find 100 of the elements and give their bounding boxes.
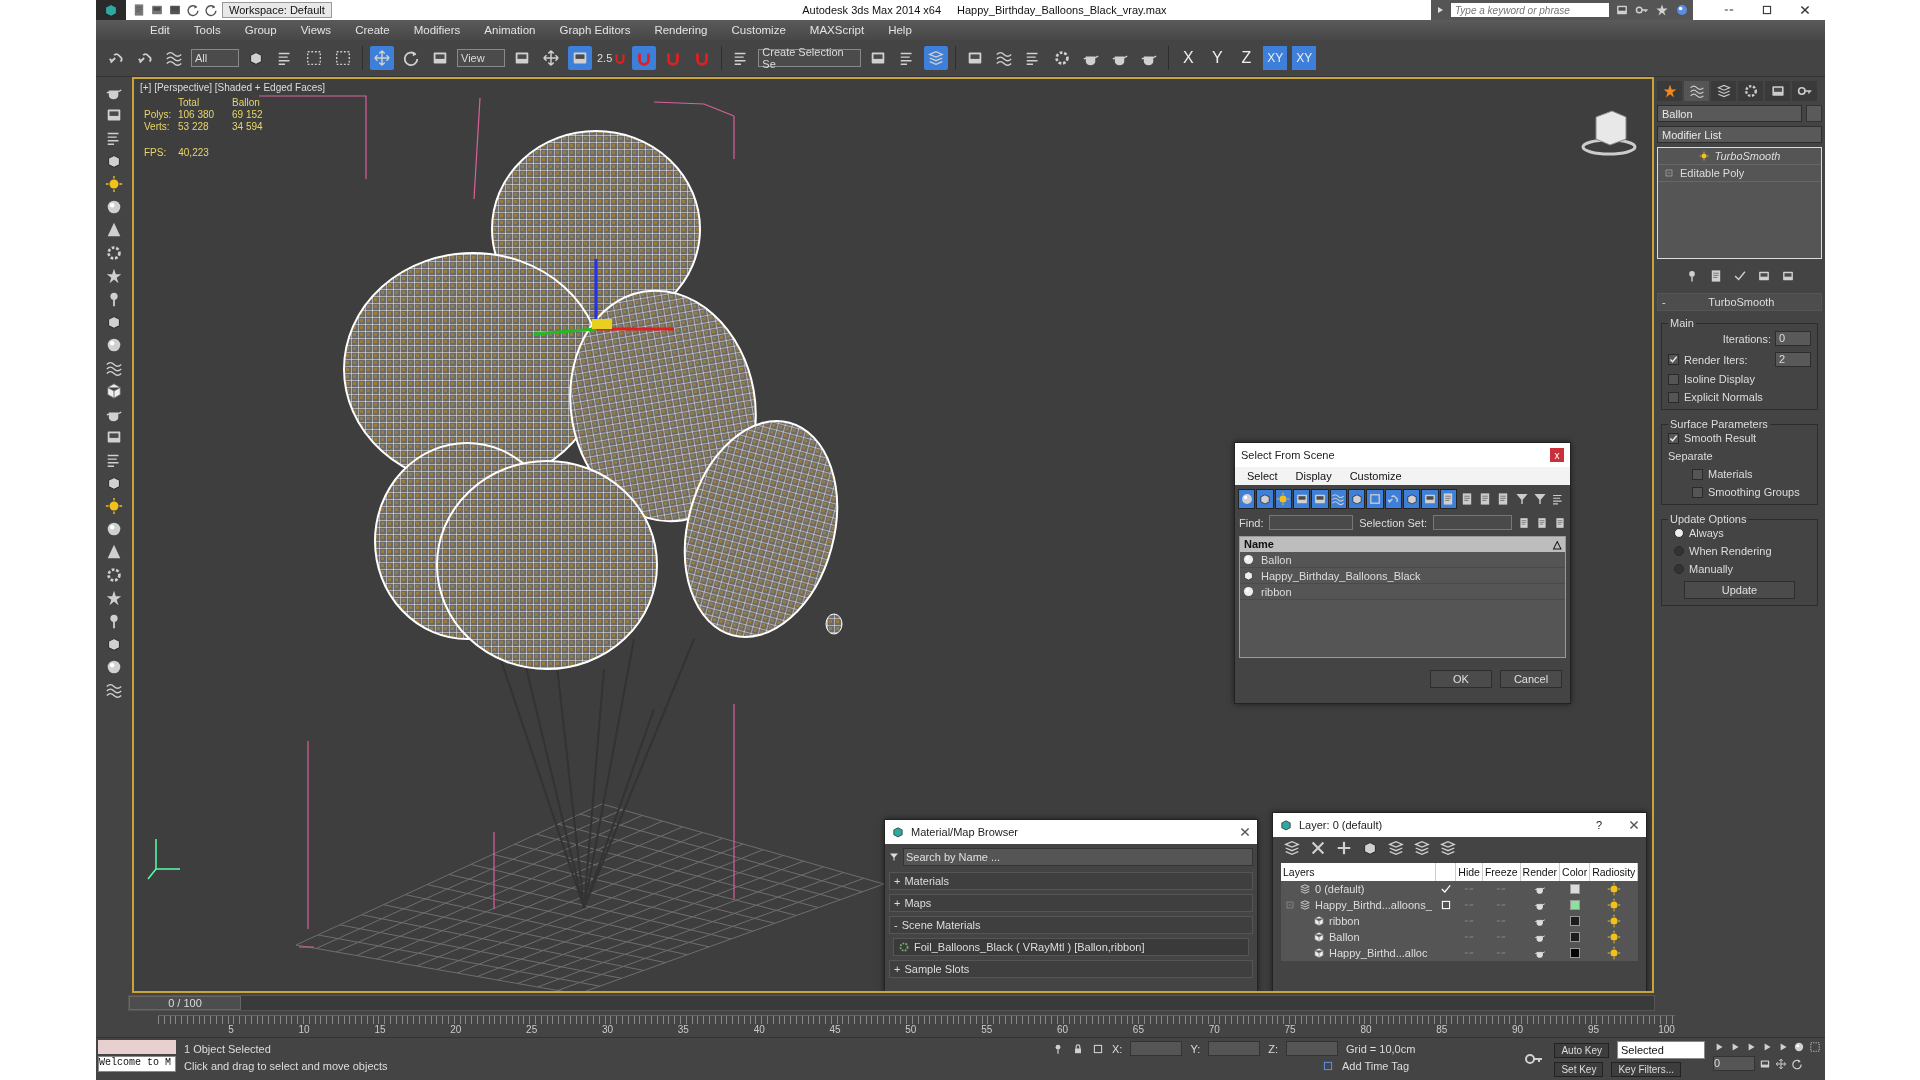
menu-item[interactable]: Graph Editors <box>547 24 643 36</box>
light-icon[interactable] <box>1606 946 1621 960</box>
delete-icon[interactable] <box>1309 839 1327 857</box>
category-header[interactable]: + Materials <box>889 872 1253 890</box>
highlight-icon[interactable] <box>1387 839 1405 857</box>
column-header[interactable]: Color <box>1559 863 1590 881</box>
checkbox[interactable] <box>1668 432 1679 444</box>
sphere-icon[interactable] <box>105 198 123 216</box>
checkbox[interactable] <box>1692 468 1703 480</box>
box-icon[interactable] <box>105 474 123 492</box>
menu-item[interactable]: Display <box>1295 470 1332 482</box>
menu-item[interactable]: Group <box>232 24 289 36</box>
filter-box-icon[interactable] <box>1404 492 1419 506</box>
menu-item[interactable]: Customize <box>1349 470 1402 482</box>
display-icon[interactable] <box>1769 83 1786 99</box>
current-frame-field[interactable]: 0 <box>1713 1056 1755 1071</box>
app-logo-icon[interactable] <box>891 825 905 839</box>
filter-link-icon[interactable] <box>1386 492 1401 506</box>
create-layer-icon[interactable] <box>1283 839 1301 857</box>
layer-name[interactable]: 0 (default) <box>1315 883 1365 895</box>
filter-sphere-icon[interactable] <box>1239 492 1254 506</box>
funnel-icon[interactable] <box>1514 492 1529 506</box>
create-icon[interactable] <box>1661 83 1678 99</box>
app-logo-icon[interactable] <box>1279 818 1293 832</box>
sphere-icon[interactable] <box>105 520 123 538</box>
square-icon[interactable] <box>1439 899 1452 911</box>
checkbox[interactable] <box>1668 391 1679 403</box>
column-header[interactable]: Render <box>1520 863 1560 881</box>
window-crossing-icon[interactable] <box>334 49 352 67</box>
curve-editor-icon[interactable] <box>995 49 1014 67</box>
axis-constraint-button[interactable]: X <box>1176 46 1201 70</box>
modifier-stack-item[interactable]: Editable Poly <box>1680 167 1745 179</box>
auto-key-button[interactable]: Auto Key <box>1554 1042 1609 1058</box>
orbit-icon[interactable] <box>1791 1057 1803 1070</box>
box-icon[interactable] <box>105 313 123 331</box>
menu-item[interactable]: Help <box>876 24 924 36</box>
modify-icon[interactable] <box>1688 83 1705 99</box>
document-icon[interactable] <box>1518 516 1530 529</box>
radio-button[interactable] <box>1674 528 1684 538</box>
group-icon[interactable] <box>1242 569 1255 582</box>
hierarchy-icon[interactable] <box>1715 83 1732 99</box>
column-header[interactable]: Freeze <box>1482 863 1521 881</box>
checkbox[interactable] <box>1692 486 1703 498</box>
layer-name[interactable]: ribbon <box>1329 915 1360 927</box>
checkbox[interactable] <box>1668 354 1679 365</box>
color-swatch[interactable] <box>1569 884 1580 894</box>
lock-icon[interactable] <box>1072 1042 1084 1055</box>
color-swatch[interactable] <box>1569 900 1580 910</box>
light-icon[interactable] <box>1606 914 1621 928</box>
dialog-button[interactable]: Cancel <box>1500 670 1562 688</box>
search-field[interactable]: Search by Name ... <box>903 848 1253 866</box>
workspace-dropdown[interactable]: Workspace: Default <box>222 2 332 18</box>
layer-icon[interactable] <box>1299 883 1311 895</box>
star-icon[interactable] <box>1655 3 1669 17</box>
rotate-icon[interactable] <box>402 49 420 67</box>
select-object-icon[interactable] <box>247 49 265 67</box>
menu-item[interactable]: Modifiers <box>401 24 473 36</box>
pan-icon[interactable] <box>1775 1057 1787 1070</box>
filter-box-icon[interactable] <box>1349 492 1364 506</box>
z-field[interactable] <box>1286 1041 1338 1056</box>
radio-button[interactable] <box>1674 564 1684 574</box>
sphere-icon[interactable] <box>1242 553 1255 566</box>
wave-icon[interactable] <box>105 681 123 699</box>
color-swatch[interactable] <box>1569 932 1580 942</box>
layer-icon[interactable] <box>1299 899 1311 911</box>
layer-name[interactable]: Ballon <box>1329 931 1360 943</box>
unique-icon[interactable] <box>1732 269 1747 283</box>
category-header[interactable]: + Sample Slots <box>889 960 1253 978</box>
time-tag-icon[interactable] <box>1322 1060 1334 1072</box>
absolute-mode-icon[interactable] <box>1092 1042 1104 1055</box>
current-layer-check-icon[interactable] <box>1439 883 1452 895</box>
transform-gizmo-icon[interactable] <box>533 259 674 336</box>
funnel-icon[interactable] <box>1532 492 1547 506</box>
object-name[interactable]: ribbon <box>1261 585 1292 598</box>
column-header[interactable]: Layers <box>1281 863 1436 881</box>
layer-name[interactable]: Happy_Birthd...alloons_ <box>1315 899 1432 911</box>
close-button[interactable]: x <box>1550 448 1564 462</box>
close-icon[interactable] <box>1628 819 1640 831</box>
radio-button[interactable] <box>1674 546 1684 556</box>
menu-item[interactable]: Edit <box>138 24 182 36</box>
axis-constraint-button[interactable]: XY <box>1292 46 1317 70</box>
checkbox[interactable] <box>1668 373 1679 385</box>
light-icon[interactable] <box>105 497 123 515</box>
close-icon[interactable] <box>1239 826 1251 838</box>
menu-item[interactable]: Customize <box>719 24 798 36</box>
menu-item[interactable]: Animation <box>472 24 548 36</box>
reference-coordinate-dropdown[interactable]: View <box>457 49 505 67</box>
cube-icon[interactable] <box>1313 947 1325 959</box>
star-icon[interactable] <box>105 267 123 285</box>
time-slider-thumb[interactable]: 0 / 100 <box>129 996 241 1010</box>
sphere-icon[interactable] <box>1242 585 1255 598</box>
material-swatch-icon[interactable] <box>898 941 910 953</box>
wave-icon[interactable] <box>165 49 183 67</box>
column-header[interactable]: Name <box>1244 538 1274 551</box>
render-iters-field[interactable]: 2 <box>1775 352 1811 367</box>
maxscript-listener-field[interactable]: Welcome to M <box>98 1056 176 1072</box>
menu-item[interactable]: Rendering <box>642 24 720 36</box>
filter-box-icon[interactable] <box>1258 492 1272 506</box>
layer-name[interactable]: Happy_Birthd...alloc <box>1329 947 1428 959</box>
light-icon[interactable] <box>1606 882 1621 896</box>
